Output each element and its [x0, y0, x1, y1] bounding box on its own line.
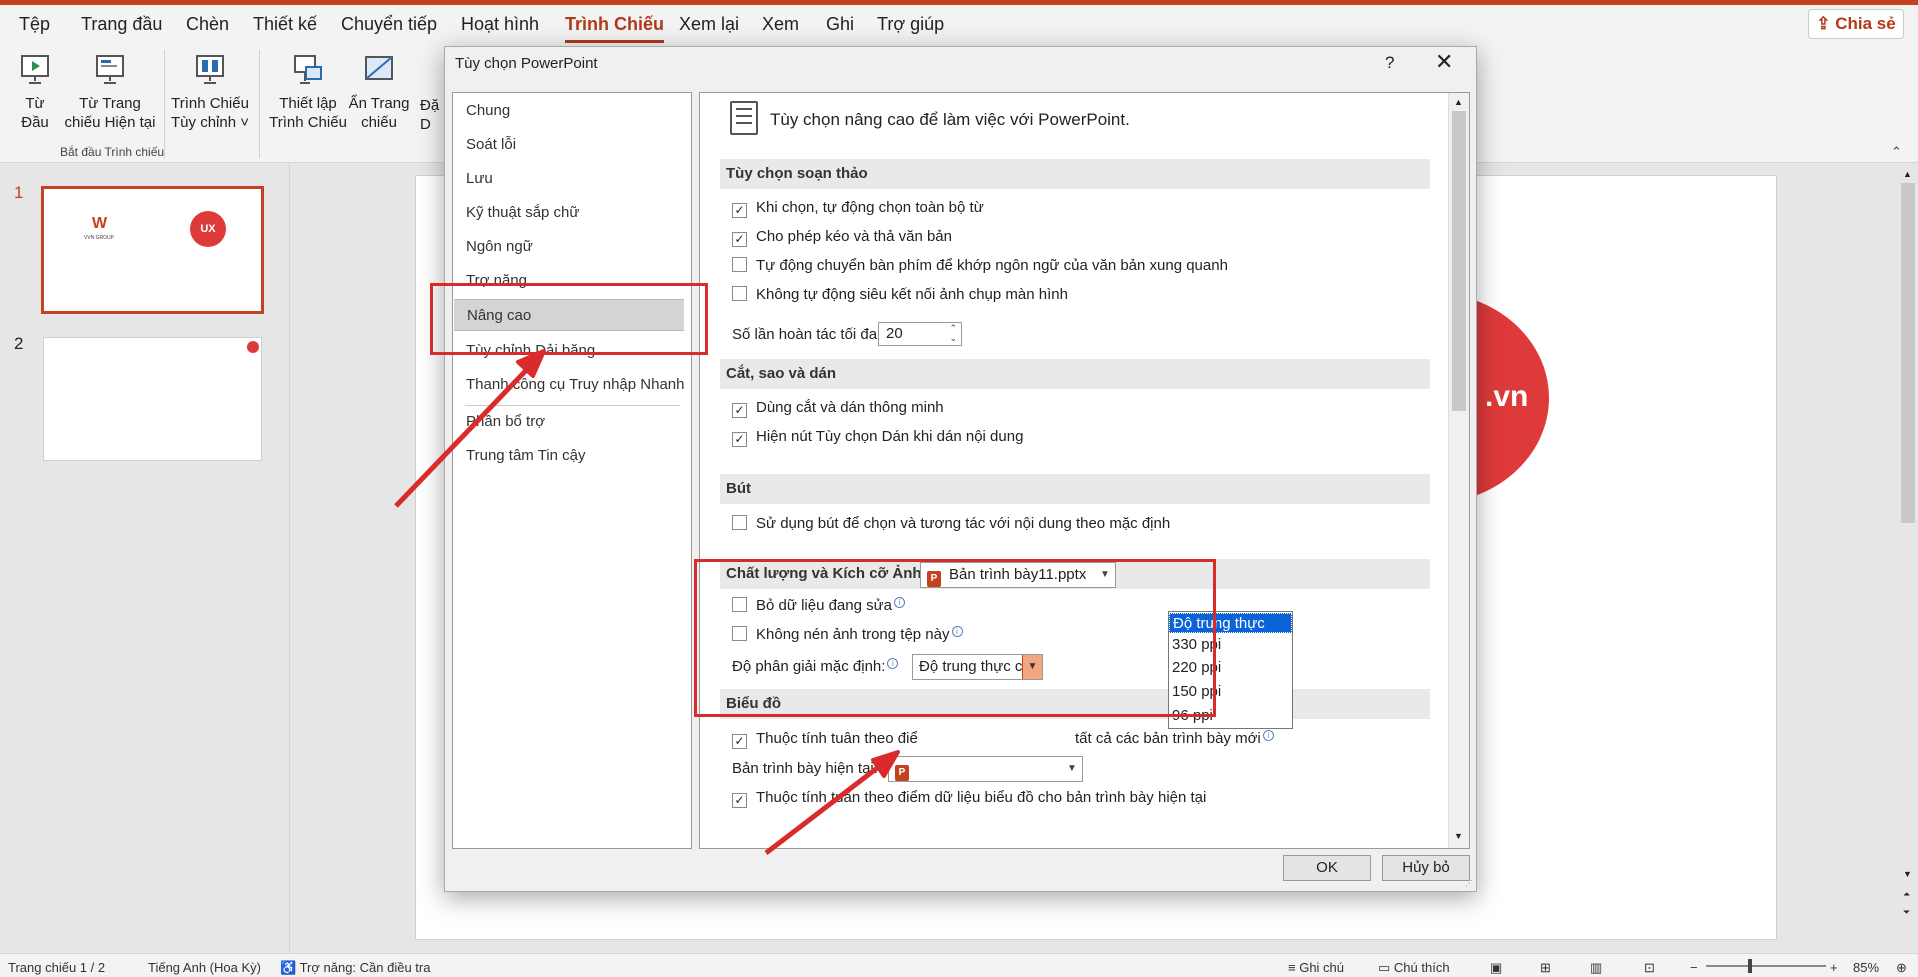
arrow-to-advanced-icon: [394, 349, 546, 508]
annotation-arrows: [394, 349, 900, 855]
arrow-to-dropdown-icon: [764, 750, 900, 855]
